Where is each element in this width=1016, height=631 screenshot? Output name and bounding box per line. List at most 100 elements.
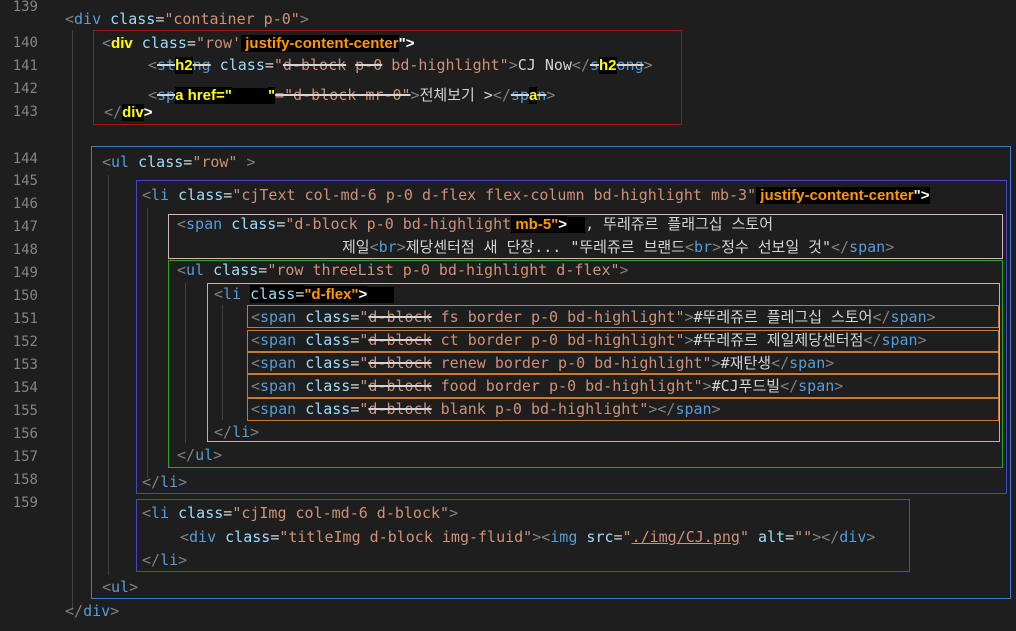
line-number: 153 xyxy=(12,357,38,373)
line-number: 143 xyxy=(12,104,38,120)
code-punctuation: > xyxy=(410,86,420,104)
code-line[interactable]: <li class="cjText col-md-6 p-0 d-flex fl… xyxy=(142,185,930,206)
code-line[interactable]: <span class="d-block renew border p-0 bd… xyxy=(251,353,834,373)
code-punctuation: > xyxy=(619,261,629,279)
code-tag-name: st xyxy=(157,56,176,74)
code-attribute-name: alt xyxy=(758,528,786,546)
code-tag-name: span xyxy=(849,238,886,256)
code-line[interactable]: <sth2ng class="d-block p-0 bd-highlight"… xyxy=(148,55,653,76)
code-line[interactable]: </ul> xyxy=(177,445,222,465)
code-line[interactable]: <div class="row' justify-content-center"… xyxy=(102,33,414,54)
code-punctuation: < xyxy=(684,238,695,256)
code-equals: = xyxy=(183,153,193,171)
code-tag-name: span xyxy=(260,308,297,326)
code-string: "cjText col-md-6 p-0 d-flex flex-column … xyxy=(232,186,757,204)
code-tag-name: ng xyxy=(192,56,211,74)
code-punctuation: </ xyxy=(65,602,84,620)
code-punctuation: </ xyxy=(821,528,840,546)
line-number: 145 xyxy=(12,173,38,189)
code-attribute-name: class xyxy=(305,331,351,349)
code-attribute-name: class xyxy=(178,186,224,204)
code-punctuation: > xyxy=(885,238,895,256)
code-attribute-name: class xyxy=(305,354,351,372)
code-attribute-name: class xyxy=(305,308,351,326)
line-number: 157 xyxy=(12,449,38,465)
code-line[interactable]: <ul class="row threeList p-0 bd-highligh… xyxy=(177,260,629,280)
code-string: d-block xyxy=(368,377,432,395)
code-string: d-block xyxy=(282,56,347,74)
code-text: 제일 xyxy=(342,238,370,256)
code-equals: = xyxy=(223,504,233,522)
code-line[interactable]: <span class="d-block p-0 bd-highlight mb… xyxy=(177,214,773,235)
code-line[interactable]: <spa href=" "="d-block mr-0">전체보기 ></spa… xyxy=(148,85,555,106)
annotation-highlight-text: div xyxy=(122,104,144,121)
code-line[interactable]: </li> xyxy=(214,422,259,442)
code-tag-name: span xyxy=(260,377,297,395)
code-punctuation: </ xyxy=(214,423,233,441)
code-punctuation: </ xyxy=(142,473,161,491)
code-tag-name: ul xyxy=(111,153,130,171)
code-string: "titleImg d-block img-fluid" xyxy=(279,528,533,546)
line-number: 142 xyxy=(12,81,38,97)
annotation-highlight-text: justify-content-center xyxy=(241,35,399,52)
code-line[interactable]: <div class="container p-0"> xyxy=(65,9,309,29)
code-tag-name: li xyxy=(160,473,179,491)
code-punctuation: > xyxy=(508,56,518,74)
code-punctuation: > xyxy=(213,446,223,464)
code-line[interactable]: </li> xyxy=(142,550,187,570)
code-string: renew border p-0 bd-highlight" xyxy=(431,354,712,372)
code-line[interactable]: <li class="cjImg col-md-6 d-block"> xyxy=(142,503,458,523)
code-punctuation: < xyxy=(177,261,187,279)
line-number: 144 xyxy=(12,151,38,167)
code-tag-name: span xyxy=(675,400,712,418)
code-line[interactable]: </div> xyxy=(104,102,153,123)
code-line[interactable]: <span class="d-block blank p-0 bd-highli… xyxy=(251,399,721,419)
code-line[interactable]: <div class="titleImg d-block img-fluid">… xyxy=(180,527,875,547)
annotation-highlight-text: div xyxy=(111,35,133,52)
code-equals: = xyxy=(258,261,268,279)
code-line[interactable]: </li> xyxy=(142,472,187,492)
line-number: 141 xyxy=(12,58,38,74)
code-attribute-name: class xyxy=(231,215,277,233)
code-string: "row" xyxy=(192,153,238,171)
code-tag-name: ul xyxy=(186,261,205,279)
line-number: 159 xyxy=(12,495,38,511)
code-string: "container p-0" xyxy=(164,10,300,28)
code-tag-name: br xyxy=(694,238,713,256)
code-line[interactable]: <span class="d-block ct border p-0 bd-hi… xyxy=(251,330,927,350)
code-tag-name: ong xyxy=(616,56,644,74)
code-line[interactable]: <span class="d-block fs border p-0 bd-hi… xyxy=(251,307,936,327)
line-number-gutter: 139 140 141 142 143 144 145 146 147 148 … xyxy=(0,0,58,631)
redaction-bar xyxy=(367,286,395,303)
line-number: 146 xyxy=(12,196,38,212)
code-line[interactable]: <ul class="row" > xyxy=(102,152,256,172)
code-text: #뚜레쥬르 제일제당센터점 xyxy=(693,331,864,349)
code-string: "d-block p-0 bd-highlight xyxy=(285,215,512,233)
code-line[interactable]: </div> xyxy=(65,601,119,621)
code-punctuation: < xyxy=(251,308,261,326)
line-number: 140 xyxy=(12,35,38,51)
line-number: 151 xyxy=(12,311,38,327)
code-punctuation: </ xyxy=(142,551,161,569)
code-text: 정수 선보일 것" xyxy=(721,238,832,256)
code-tag-name: span xyxy=(798,377,835,395)
code-line[interactable]: <li class="d-flex"> xyxy=(214,284,395,305)
code-punctuation: < xyxy=(148,56,158,74)
code-line[interactable]: <ul> xyxy=(102,577,138,597)
code-equals: = xyxy=(613,528,623,546)
code-attribute-name: class xyxy=(305,377,351,395)
code-editor[interactable]: 139 140 141 142 143 144 145 146 147 148 … xyxy=(0,0,1016,631)
indent-guide xyxy=(185,283,186,443)
code-line[interactable]: 제일<br>제당센터점 새 단장... "뚜레쥬르 브랜드<br>정수 선보일 … xyxy=(342,237,894,257)
code-punctuation: </ xyxy=(492,86,511,104)
code-punctuation: < xyxy=(180,528,190,546)
code-punctuation: < xyxy=(142,186,152,204)
code-punctuation: </ xyxy=(771,354,790,372)
code-line[interactable]: <span class="d-block food border p-0 bd-… xyxy=(251,376,843,396)
code-string: bd-highlight" xyxy=(382,56,509,74)
